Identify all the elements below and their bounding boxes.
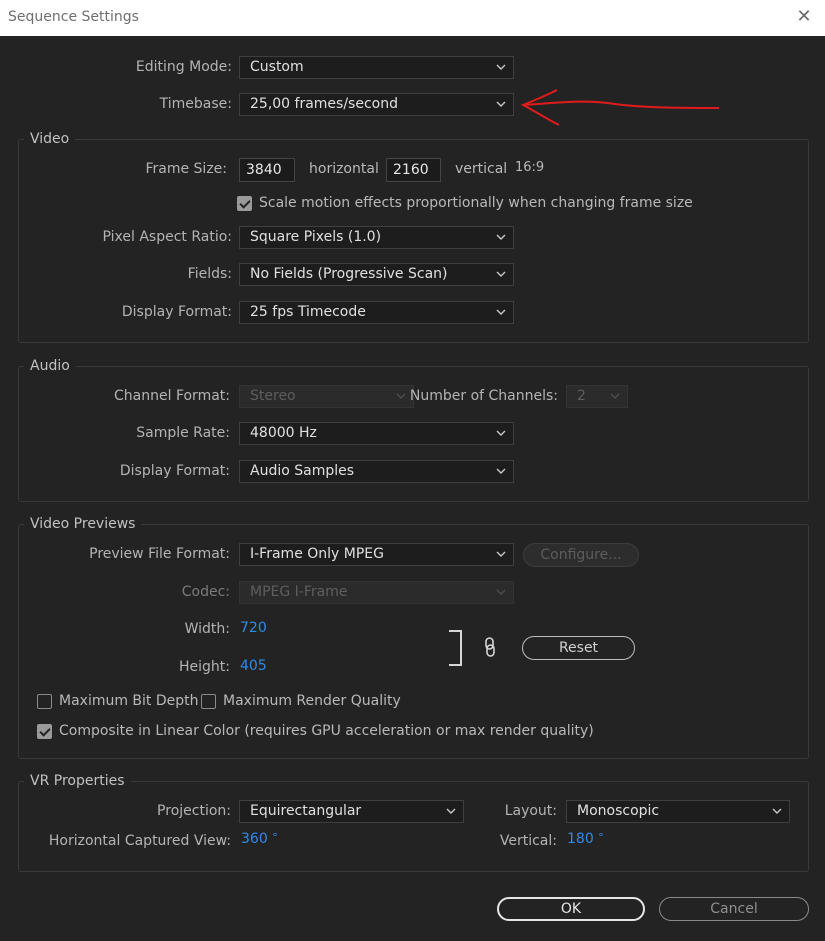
video-display-format-label: Display Format: — [121, 304, 232, 320]
chevron-down-icon — [496, 589, 506, 595]
chevron-down-icon — [496, 430, 506, 436]
video-display-format-select[interactable]: 25 fps Timecode — [239, 301, 514, 324]
sample-rate-value: 48000 Hz — [250, 425, 317, 441]
sample-rate-select[interactable]: 48000 Hz — [239, 422, 514, 445]
chevron-down-icon — [496, 64, 506, 70]
chevron-down-icon — [496, 309, 506, 315]
num-channels-label: Number of Channels: — [409, 388, 558, 404]
pixel-aspect-value: Square Pixels (1.0) — [250, 229, 382, 245]
configure-button[interactable]: Configure... — [523, 543, 639, 567]
preview-file-format-label: Preview File Format: — [89, 546, 230, 562]
layout-label: Layout: — [504, 803, 557, 819]
frame-height-input[interactable]: 2160 — [386, 158, 441, 182]
vertical-view-value[interactable]: 180 ° — [567, 831, 604, 847]
pixel-aspect-select[interactable]: Square Pixels (1.0) — [239, 226, 514, 249]
projection-value: Equirectangular — [250, 803, 362, 819]
projection-select[interactable]: Equirectangular — [239, 800, 464, 823]
max-render-quality-checkbox[interactable] — [201, 694, 216, 709]
h-captured-view-label: Horizontal Captured View: — [48, 833, 231, 849]
vr-properties-group — [18, 781, 809, 872]
max-bit-depth-label: Maximum Bit Depth — [59, 693, 199, 709]
preview-file-format-value: I-Frame Only MPEG — [250, 546, 384, 562]
composite-linear-checkbox[interactable] — [37, 724, 52, 739]
annotation-arrow-icon — [520, 89, 720, 126]
composite-linear-label: Composite in Linear Color (requires GPU … — [59, 723, 594, 739]
codec-label: Codec: — [181, 584, 230, 600]
preview-height-value[interactable]: 405 — [240, 658, 267, 674]
scale-motion-checkbox[interactable] — [237, 196, 252, 211]
close-icon[interactable]: ✕ — [793, 6, 815, 28]
codec-value: MPEG I-Frame — [250, 584, 348, 600]
vertical-view-label: Vertical: — [499, 833, 557, 849]
chevron-down-icon — [496, 551, 506, 557]
constrain-bracket-icon — [449, 630, 462, 666]
frame-width-input[interactable]: 3840 — [239, 158, 295, 182]
video-previews-heading: Video Previews — [24, 516, 142, 532]
projection-label: Projection: — [157, 803, 231, 819]
frame-size-label: Frame Size: — [145, 161, 227, 177]
timebase-select[interactable]: 25,00 frames/second — [239, 93, 514, 116]
ok-button[interactable]: OK — [497, 897, 645, 921]
scale-motion-label: Scale motion effects proportionally when… — [259, 195, 693, 211]
chevron-down-icon — [496, 234, 506, 240]
chevron-down-icon — [496, 271, 506, 277]
audio-heading: Audio — [24, 358, 76, 374]
codec-select[interactable]: MPEG I-Frame — [239, 581, 514, 604]
editing-mode-select[interactable]: Custom — [239, 56, 514, 79]
num-channels-select[interactable]: 2 — [566, 385, 628, 408]
preview-file-format-select[interactable]: I-Frame Only MPEG — [239, 543, 514, 566]
aspect-ratio-value: 16:9 — [515, 160, 545, 175]
channel-format-value: Stereo — [250, 388, 296, 404]
editing-mode-value: Custom — [250, 59, 304, 75]
timebase-label: Timebase: — [159, 96, 232, 112]
preview-width-label: Width: — [184, 621, 230, 637]
chevron-down-icon — [496, 101, 506, 107]
audio-display-format-value: Audio Samples — [250, 463, 355, 479]
chevron-down-icon — [496, 468, 506, 474]
channel-format-select[interactable]: Stereo — [239, 385, 414, 408]
timebase-value: 25,00 frames/second — [250, 96, 398, 112]
vertical-label: vertical — [455, 161, 508, 177]
chevron-down-icon — [610, 393, 620, 399]
audio-display-format-label: Display Format: — [119, 463, 230, 479]
editing-mode-label: Editing Mode: — [135, 59, 232, 75]
sample-rate-label: Sample Rate: — [136, 425, 230, 441]
fields-label: Fields: — [187, 266, 232, 282]
max-render-quality-label: Maximum Render Quality — [223, 693, 401, 709]
video-heading: Video — [24, 131, 76, 147]
layout-value: Monoscopic — [577, 803, 660, 819]
video-display-format-value: 25 fps Timecode — [250, 304, 366, 320]
title-bar: Sequence Settings ✕ — [0, 0, 825, 36]
reset-button[interactable]: Reset — [522, 636, 635, 660]
preview-height-label: Height: — [179, 659, 230, 675]
channel-format-label: Channel Format: — [114, 388, 230, 404]
link-chain-icon[interactable] — [483, 636, 497, 658]
h-captured-view-value[interactable]: 360 ° — [241, 831, 278, 847]
chevron-down-icon — [396, 393, 406, 399]
horizontal-label: horizontal — [309, 161, 379, 177]
cancel-button[interactable]: Cancel — [659, 897, 809, 921]
chevron-down-icon — [446, 808, 456, 814]
chevron-down-icon — [772, 808, 782, 814]
fields-select[interactable]: No Fields (Progressive Scan) — [239, 263, 514, 286]
fields-value: No Fields (Progressive Scan) — [250, 266, 448, 282]
layout-select[interactable]: Monoscopic — [566, 800, 790, 823]
audio-display-format-select[interactable]: Audio Samples — [239, 460, 514, 483]
pixel-aspect-label: Pixel Aspect Ratio: — [102, 229, 233, 245]
max-bit-depth-checkbox[interactable] — [37, 694, 52, 709]
preview-width-value[interactable]: 720 — [240, 620, 267, 636]
num-channels-value: 2 — [577, 388, 586, 404]
window-title: Sequence Settings — [8, 9, 139, 25]
vr-properties-heading: VR Properties — [24, 773, 131, 789]
